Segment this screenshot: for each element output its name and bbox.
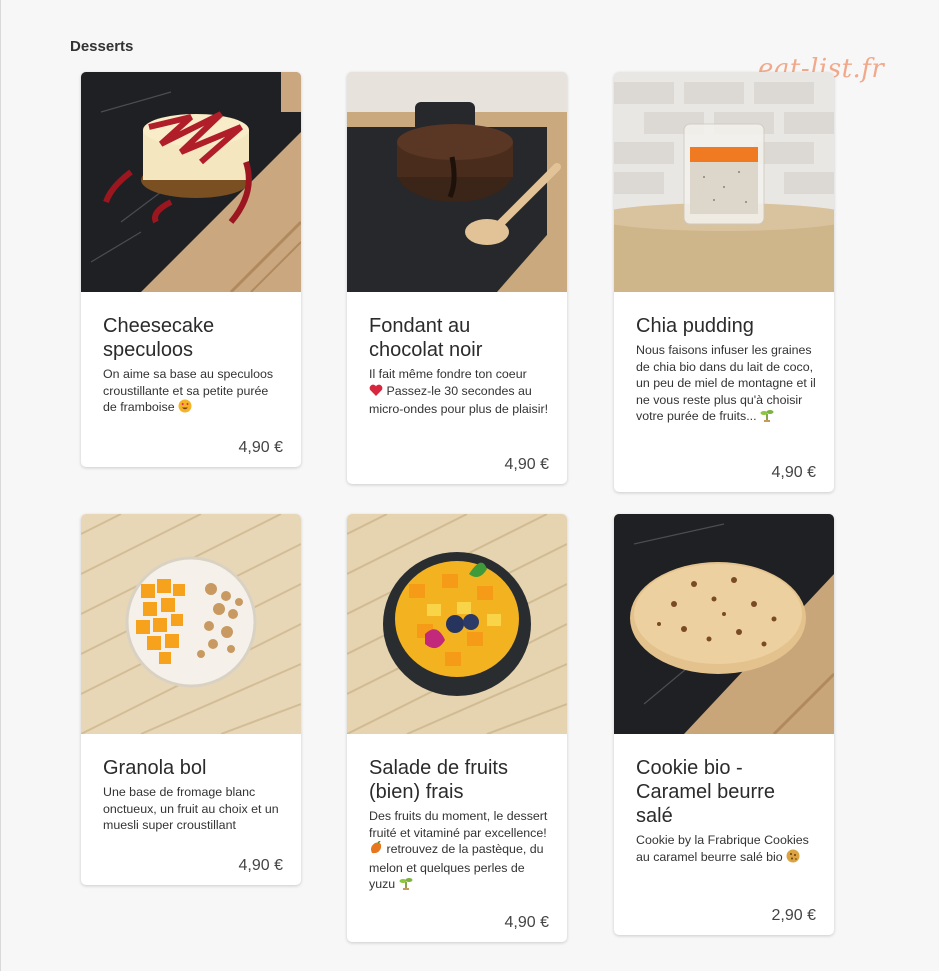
product-card-cookie[interactable]: Cookie bio - Caramel beurre salé Cookie … (614, 514, 834, 935)
sprout-emoji-icon (399, 876, 413, 895)
section-title: Desserts (70, 38, 134, 55)
product-description: Des fruits du moment, le dessert fruité … (369, 808, 549, 895)
product-name: Cheesecake speculoos (103, 315, 215, 361)
product-card-fondant[interactable]: Fondant au chocolat noir Il fait même fo… (347, 72, 567, 484)
product-card-granola-bol[interactable]: Granola bol Une base de fromage blanc on… (81, 514, 301, 885)
product-price: 4,90 € (238, 857, 283, 874)
fondant-photo (347, 72, 567, 292)
chia-pudding-photo (614, 72, 834, 292)
granola-bol-photo (81, 514, 301, 734)
product-card-salade-de-fruits[interactable]: Salade de fruits (bien) frais Des fruits… (347, 514, 567, 942)
product-description: Une base de fromage blanc onctueux, un f… (103, 785, 279, 832)
product-name: Cookie bio - Caramel beurre salé (636, 757, 775, 827)
product-price: 4,90 € (504, 914, 549, 931)
product-name: Salade de fruits (bien) frais (369, 757, 508, 803)
product-description: Il fait même fondre ton coeur Passez-le … (369, 367, 549, 416)
product-name: Granola bol (103, 757, 207, 779)
product-name: Chia pudding (636, 315, 754, 337)
cheesecake-photo (81, 72, 301, 292)
product-price: 4,90 € (771, 464, 816, 481)
product-description: Cookie by la Frabrique Cookies au carame… (636, 832, 816, 867)
product-card-cheesecake[interactable]: Cheesecake speculoos On aime sa base au … (81, 72, 301, 467)
sprout-emoji-icon (760, 408, 774, 427)
cookie-photo (614, 514, 834, 734)
product-price: 4,90 € (238, 439, 283, 456)
product-description: Nous faisons infuser les graines de chia… (636, 342, 816, 427)
heart-eyes-emoji-icon (178, 399, 192, 418)
product-price: 4,90 € (504, 456, 549, 473)
product-name: Fondant au chocolat noir (369, 315, 483, 361)
product-card-chia-pudding[interactable]: Chia pudding Nous faisons infuser les gr… (614, 72, 834, 492)
salade-de-fruits-photo (347, 514, 567, 734)
page-left-border (0, 0, 1, 971)
product-description: On aime sa base au speculoos croustillan… (103, 366, 283, 418)
mango-emoji-icon (369, 840, 383, 860)
red-heart-emoji-icon (369, 384, 383, 402)
cookie-emoji-icon (786, 849, 800, 868)
product-price: 2,90 € (771, 907, 816, 924)
